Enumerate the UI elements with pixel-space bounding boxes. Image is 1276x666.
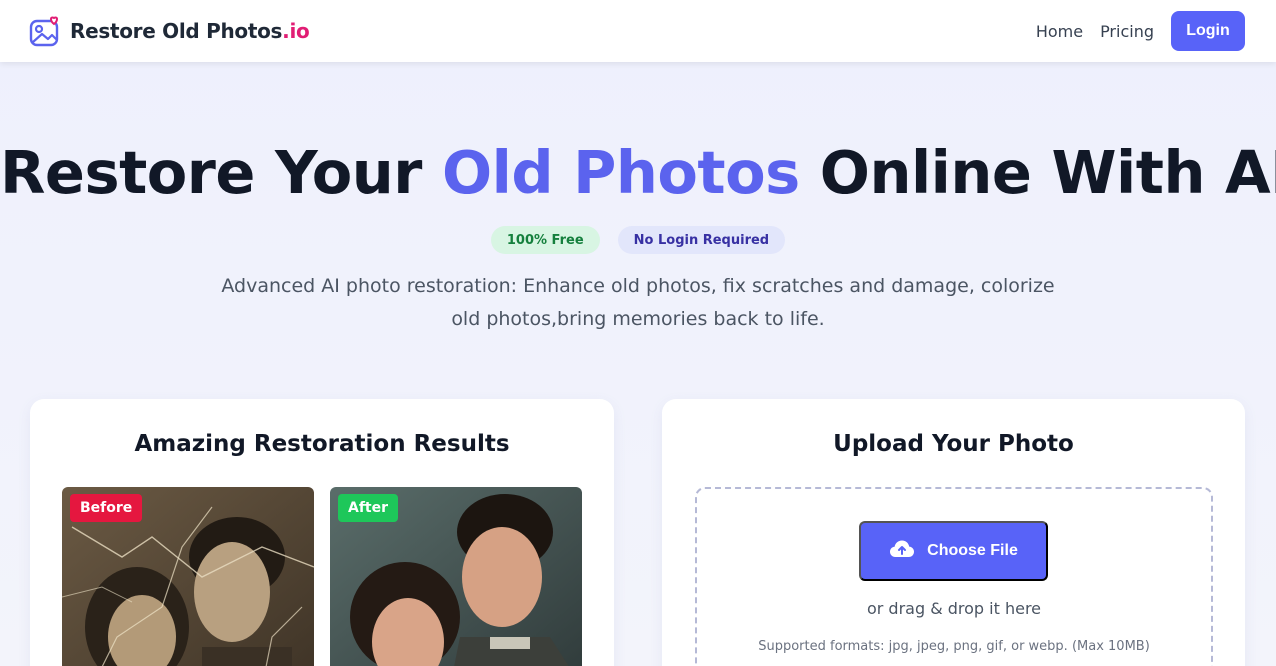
top-navbar: Restore Old Photos.io Home Pricing Login: [0, 0, 1276, 62]
photo-heart-icon: [29, 15, 62, 47]
login-button[interactable]: Login: [1171, 11, 1245, 51]
nav-menu: Home Pricing Login: [1036, 11, 1245, 51]
results-title: Amazing Restoration Results: [134, 431, 510, 457]
before-tag: Before: [70, 494, 143, 522]
results-card: Amazing Restoration Results Before After: [30, 399, 614, 666]
file-dropzone[interactable]: Choose File or drag & drop it here Suppo…: [695, 487, 1213, 666]
hero-badges: 100% Free No Login Required: [0, 226, 1276, 254]
nav-home-link[interactable]: Home: [1036, 22, 1083, 41]
after-tag: After: [338, 494, 399, 522]
choose-file-button[interactable]: Choose File: [859, 521, 1048, 581]
no-login-badge: No Login Required: [617, 226, 786, 254]
upload-card: Upload Your Photo Choose File or drag & …: [662, 399, 1245, 666]
supported-formats-text: Supported formats: jpg, jpeg, png, gif, …: [758, 639, 1150, 654]
choose-file-label: Choose File: [927, 542, 1018, 559]
drag-drop-text: or drag & drop it here: [866, 599, 1042, 618]
cloud-upload-icon: [889, 539, 915, 564]
upload-title: Upload Your Photo: [833, 431, 1074, 457]
brand-tld: .io: [282, 19, 310, 43]
before-photo: Before: [62, 487, 314, 666]
nav-pricing-link[interactable]: Pricing: [1100, 22, 1154, 41]
brand[interactable]: Restore Old Photos.io: [29, 15, 310, 47]
after-photo: After: [330, 487, 582, 666]
brand-name: Restore Old Photos.io: [70, 19, 310, 43]
hero-title-part1: Restore Your: [0, 138, 422, 207]
free-badge: 100% Free: [490, 226, 600, 254]
hero-title: Restore Your Old Photos Online With AI: [0, 138, 1276, 207]
hero-description: Advanced AI photo restoration: Enhance o…: [221, 275, 1055, 330]
hero-title-part2: Online With AI: [819, 138, 1276, 207]
hero-title-accent: Old Photos: [441, 138, 800, 207]
